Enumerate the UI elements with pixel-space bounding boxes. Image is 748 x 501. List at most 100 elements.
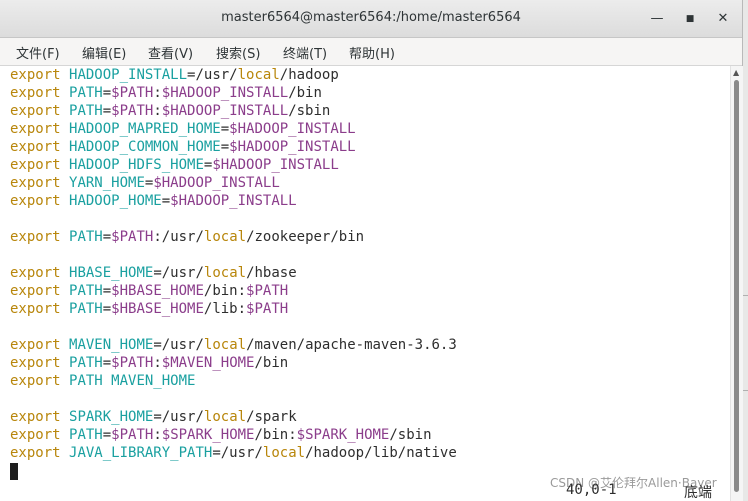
terminal-line: export PATH=$PATH:$MAVEN_HOME/bin bbox=[10, 354, 288, 372]
terminal-token: $PATH bbox=[111, 85, 154, 101]
terminal-token: /zookeeper/bin bbox=[246, 229, 365, 245]
window-title: master6564@master6564:/home/master6564 bbox=[221, 10, 521, 25]
terminal-line: export PATH=$HBASE_HOME/bin:$PATH bbox=[10, 282, 288, 300]
terminal-line: export PATH=$PATH:$HADOOP_INSTALL/sbin bbox=[10, 102, 330, 120]
menu-file[interactable]: 文件(F) bbox=[16, 43, 60, 62]
terminal-token: /bin bbox=[254, 355, 289, 371]
terminal-line: export HADOOP_HOME=$HADOOP_INSTALL bbox=[10, 192, 297, 210]
terminal-token: : bbox=[153, 427, 162, 443]
terminal-line: export HBASE_HOME=/usr/local/hbase bbox=[10, 264, 297, 282]
menu-terminal[interactable]: 终端(T) bbox=[283, 43, 327, 62]
terminal-token: export bbox=[10, 193, 61, 209]
terminal-token: $SPARK_HOME bbox=[161, 427, 255, 443]
terminal-line: export HADOOP_HDFS_HOME=$HADOOP_INSTALL bbox=[10, 156, 339, 174]
text-cursor bbox=[10, 463, 18, 480]
cursor-position: 40,0-1 bbox=[566, 482, 617, 498]
close-icon[interactable]: ✕ bbox=[713, 9, 733, 29]
terminal-token: : bbox=[153, 229, 162, 245]
terminal-token: = bbox=[153, 337, 162, 353]
scroll-up-arrow-icon[interactable]: ▲ bbox=[733, 68, 739, 77]
minimize-icon[interactable]: — bbox=[647, 9, 667, 29]
terminal-token: $HADOOP_INSTALL bbox=[229, 121, 356, 137]
maximize-icon[interactable]: ■ bbox=[680, 9, 700, 29]
scrollbar[interactable]: ▲ bbox=[730, 66, 743, 501]
terminal-token: export bbox=[10, 175, 61, 191]
terminal-token: = bbox=[102, 355, 112, 371]
terminal-token: PATH bbox=[69, 229, 103, 245]
terminal-token: PATH bbox=[69, 301, 103, 317]
terminal-token: $HADOOP_INSTALL bbox=[153, 175, 280, 191]
terminal-token: HADOOP_INSTALL bbox=[69, 67, 188, 83]
terminal-token: $SPARK_HOME bbox=[296, 427, 390, 443]
terminal-token: $MAVEN_HOME bbox=[161, 355, 255, 371]
menu-edit[interactable]: 编辑(E) bbox=[82, 43, 126, 62]
terminal-token: $HADOOP_INSTALL bbox=[229, 139, 356, 155]
terminal-token: $HADOOP_INSTALL bbox=[161, 103, 289, 119]
terminal-token: $HADOOP_INSTALL bbox=[161, 85, 289, 101]
terminal-token: /maven/apache-maven-3.6.3 bbox=[246, 337, 457, 353]
title-bar[interactable]: master6564@master6564:/home/master6564 —… bbox=[0, 0, 742, 38]
terminal-line: export PATH=$PATH:/usr/local/zookeeper/b… bbox=[10, 228, 364, 246]
terminal-token: export bbox=[10, 67, 61, 83]
terminal-token: export bbox=[10, 103, 61, 119]
terminal-token: export bbox=[10, 121, 61, 137]
terminal-token: PATH bbox=[69, 103, 103, 119]
terminal-token: export bbox=[10, 265, 61, 281]
terminal-token: export bbox=[10, 337, 61, 353]
scroll-thumb[interactable] bbox=[734, 80, 739, 492]
terminal-line: export MAVEN_HOME=/usr/local/maven/apach… bbox=[10, 336, 457, 354]
terminal-token: = bbox=[220, 121, 230, 137]
terminal-token: /usr/ bbox=[161, 409, 204, 425]
terminal-token: = bbox=[220, 139, 230, 155]
terminal-token: SPARK_HOME bbox=[69, 409, 154, 425]
terminal-token: export bbox=[10, 283, 61, 299]
terminal-line: export JAVA_LIBRARY_PATH=/usr/local/hado… bbox=[10, 444, 457, 462]
terminal-token: : bbox=[153, 103, 162, 119]
terminal-line: export YARN_HOME=$HADOOP_INSTALL bbox=[10, 174, 280, 192]
terminal-token: /usr/ bbox=[161, 229, 204, 245]
terminal-token: HADOOP_HDFS_HOME bbox=[69, 157, 204, 173]
terminal-token: $HBASE_HOME bbox=[111, 301, 204, 317]
menu-view[interactable]: 查看(V) bbox=[148, 43, 193, 62]
terminal-token: export bbox=[10, 157, 61, 173]
terminal-token: /usr/ bbox=[161, 337, 204, 353]
terminal-token: : bbox=[153, 355, 162, 371]
terminal-token: = bbox=[153, 409, 162, 425]
terminal-token: /bin bbox=[288, 85, 322, 101]
terminal-token: HADOOP_HOME bbox=[69, 193, 162, 209]
terminal-token: /hbase bbox=[246, 265, 297, 281]
terminal-token: export bbox=[10, 409, 61, 425]
terminal-token: export bbox=[10, 85, 61, 101]
terminal-token: = bbox=[153, 265, 162, 281]
terminal-token: PATH bbox=[69, 355, 103, 371]
terminal-window: master6564@master6564:/home/master6564 —… bbox=[0, 0, 743, 501]
terminal-line: export HADOOP_COMMON_HOME=$HADOOP_INSTAL… bbox=[10, 138, 356, 156]
terminal-token: $PATH bbox=[111, 229, 154, 245]
terminal-token: $HBASE_HOME bbox=[111, 283, 204, 299]
terminal-token: /usr/ bbox=[161, 265, 204, 281]
menu-help[interactable]: 帮助(H) bbox=[349, 43, 395, 62]
terminal-token: = bbox=[212, 445, 221, 461]
terminal-token: local bbox=[262, 445, 306, 461]
terminal-token: HADOOP_MAPRED_HOME bbox=[69, 121, 221, 137]
terminal-token: PATH bbox=[69, 427, 103, 443]
terminal-content[interactable]: export JAVA_LIBRARY_PATH=/usr/local/hado… bbox=[0, 66, 730, 501]
terminal-token: /lib: bbox=[203, 301, 247, 317]
terminal-line: export PATH=$PATH:$SPARK_HOME/bin:$SPARK… bbox=[10, 426, 432, 444]
terminal-token: YARN_HOME bbox=[69, 175, 145, 191]
menu-search[interactable]: 搜索(S) bbox=[216, 43, 260, 62]
background-window-edge bbox=[743, 390, 748, 391]
terminal-token: local bbox=[203, 229, 247, 245]
